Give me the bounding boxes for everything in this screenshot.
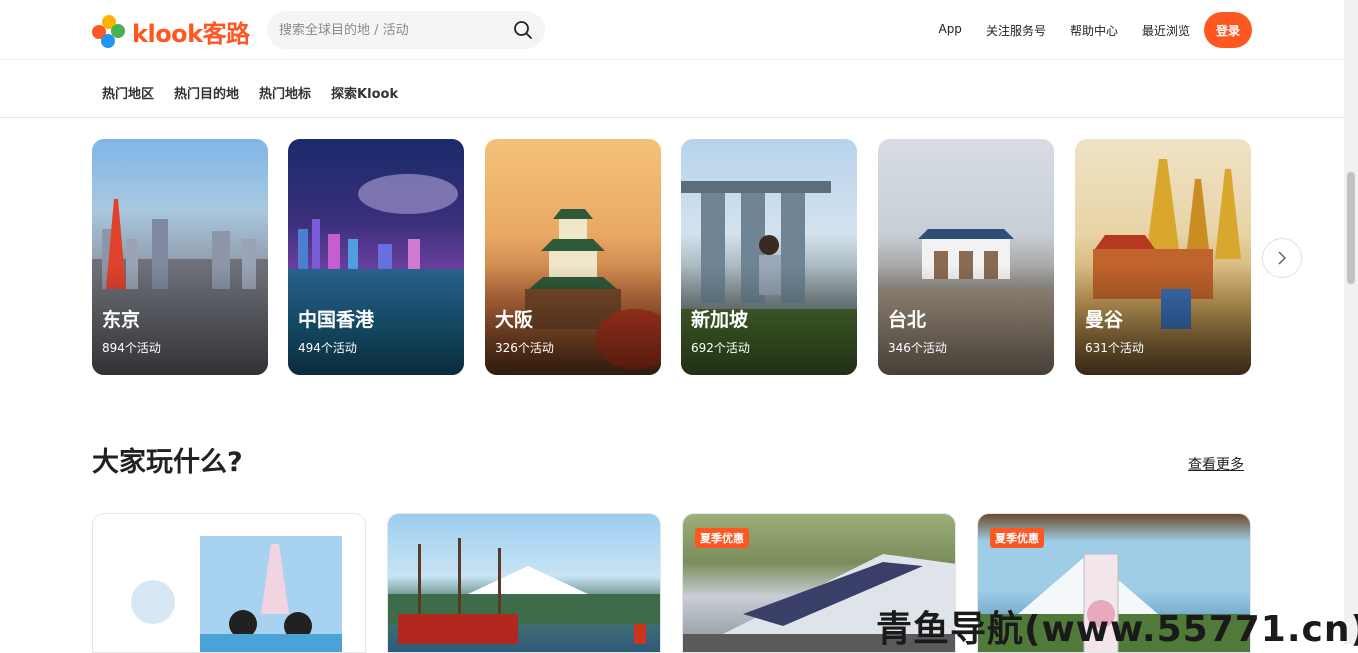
- city-activity-count: 631个活动: [1085, 341, 1144, 355]
- watermark-text: 青鱼导航(www.55771.cn): [876, 609, 1358, 650]
- city-card-osaka[interactable]: 大阪 326个活动: [485, 139, 661, 375]
- scrollbar-thumb[interactable]: [1347, 172, 1355, 284]
- disney-resort-image: [131, 536, 342, 652]
- nav-help-center[interactable]: 帮助中心: [1070, 22, 1118, 39]
- city-activity-count: 494个活动: [298, 341, 357, 355]
- city-name: 新加坡: [691, 309, 749, 331]
- subnav-popular-destinations[interactable]: 热门目的地: [174, 83, 239, 102]
- city-card-taipei[interactable]: 台北 346个活动: [878, 139, 1054, 375]
- city-card-singapore[interactable]: 新加坡 692个活动: [681, 139, 857, 375]
- city-name: 大阪: [495, 309, 534, 331]
- city-activity-count: 346个活动: [888, 341, 947, 355]
- city-card-bangkok[interactable]: 曼谷 631个活动: [1075, 139, 1251, 375]
- nav-app[interactable]: App: [938, 22, 961, 39]
- city-name: 台北: [888, 309, 927, 331]
- header-nav: App 关注服务号 帮助中心 最近浏览 注册: [938, 22, 1238, 39]
- city-activity-count: 326个活动: [495, 341, 554, 355]
- activity-card-pirate-ship[interactable]: [387, 513, 661, 653]
- pirate-ship-image: [388, 538, 660, 644]
- search-input[interactable]: [279, 22, 499, 38]
- subnav-explore-klook[interactable]: 探索Klook: [331, 83, 398, 102]
- section-title: 大家玩什么?: [92, 447, 243, 478]
- nav-follow-account[interactable]: 关注服务号: [986, 22, 1046, 39]
- sub-nav: 热门地区 热门目的地 热门地标 探索Klook: [0, 61, 1344, 118]
- city-card-tokyo[interactable]: 东京 894个活动: [92, 139, 268, 375]
- promo-badge: 夏季优惠: [695, 528, 749, 548]
- page-scrollbar[interactable]: [1344, 0, 1358, 644]
- chevron-right-icon: [1278, 251, 1287, 265]
- city-activity-count: 692个活动: [691, 341, 750, 355]
- logo-text: klook客路: [132, 20, 250, 48]
- city-activity-count: 894个活动: [102, 341, 161, 355]
- search-icon[interactable]: [513, 20, 533, 40]
- subnav-popular-regions[interactable]: 热门地区: [102, 83, 154, 102]
- carousel-next-button[interactable]: [1262, 238, 1302, 278]
- top-bar: klook客路 App 关注服务号 帮助中心 最近浏览 注册 登录: [0, 0, 1344, 60]
- klook-logo[interactable]: klook客路: [92, 14, 250, 49]
- nav-recently-viewed[interactable]: 最近浏览: [1142, 22, 1190, 39]
- promo-badge: 夏季优惠: [990, 528, 1044, 548]
- login-button[interactable]: 登录: [1204, 12, 1252, 48]
- logo-icon: [92, 14, 126, 49]
- subnav-popular-landmarks[interactable]: 热门地标: [259, 83, 311, 102]
- city-card-hong-kong[interactable]: 中国香港 494个活动: [288, 139, 464, 375]
- see-more-link[interactable]: 查看更多: [1188, 454, 1244, 474]
- search-box[interactable]: [267, 11, 545, 49]
- city-name: 曼谷: [1085, 309, 1124, 331]
- city-name: 中国香港: [298, 309, 375, 331]
- city-name: 东京: [102, 309, 141, 331]
- activity-card-disney[interactable]: [92, 513, 366, 653]
